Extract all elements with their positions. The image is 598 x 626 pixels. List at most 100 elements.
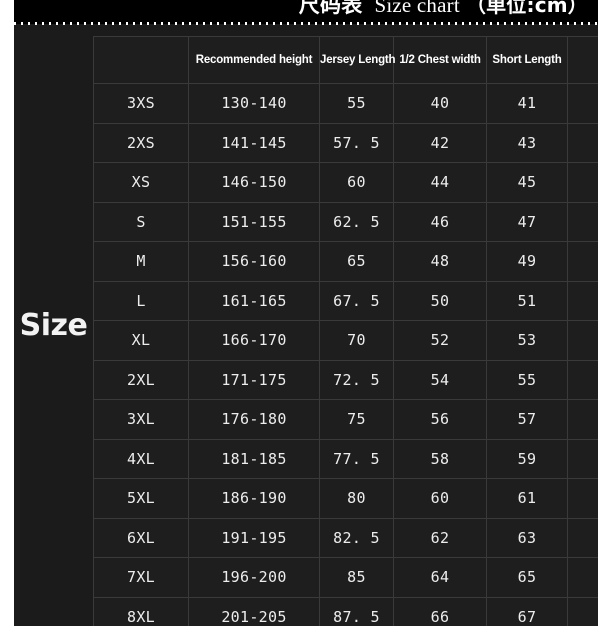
cell-jersey: 62. 5	[319, 201, 394, 242]
dotted-divider	[14, 21, 598, 26]
table-row: XL 166-170 70 52 53	[93, 320, 598, 361]
cell-short: 41	[486, 83, 568, 124]
cell-jersey: 55	[319, 83, 394, 124]
table-body: 3XS 130-140 55 40 41 2XS 141-145 57. 5 4…	[93, 83, 598, 626]
table-row: 3XS 130-140 55 40 41	[93, 83, 598, 124]
cell-blank	[567, 162, 598, 203]
cell-size: 2XL	[93, 359, 189, 400]
cell-chest: 54	[393, 359, 487, 400]
table-header-row: Recommended height Jersey Length 1/2 Che…	[93, 36, 598, 84]
cell-jersey: 57. 5	[319, 122, 394, 163]
cell-blank	[567, 241, 598, 282]
cell-size: XL	[93, 320, 189, 361]
cell-height: 171-175	[188, 359, 320, 400]
table-row: 4XL 181-185 77. 5 58 59	[93, 438, 598, 479]
cell-blank	[567, 557, 598, 598]
cell-chest: 46	[393, 201, 487, 242]
cell-chest: 64	[393, 557, 487, 598]
cell-height: 130-140	[188, 83, 320, 124]
cell-height: 196-200	[188, 557, 320, 598]
cell-short: 43	[486, 122, 568, 163]
table-row: 3XL 176-180 75 56 57	[93, 399, 598, 440]
table-header: Recommended height Jersey Length 1/2 Che…	[93, 36, 598, 84]
column-header-height: Recommended height	[188, 36, 320, 84]
size-chart-table: Recommended height Jersey Length 1/2 Che…	[93, 36, 598, 626]
cell-short: 63	[486, 517, 568, 558]
cell-blank	[567, 122, 598, 163]
cell-height: 156-160	[188, 241, 320, 282]
column-header-short: Short Length	[486, 36, 568, 84]
cell-chest: 52	[393, 320, 487, 361]
cell-chest: 48	[393, 241, 487, 282]
cell-size: 5XL	[93, 478, 189, 519]
cell-blank	[567, 320, 598, 361]
cell-size: 4XL	[93, 438, 189, 479]
cell-chest: 56	[393, 399, 487, 440]
title-chinese: 尺码表	[298, 0, 363, 17]
size-chart-page: Size Recommended height Jersey Length 1/…	[0, 0, 598, 626]
table-row: 7XL 196-200 85 64 65	[93, 557, 598, 598]
cell-size: M	[93, 241, 189, 282]
cell-blank	[567, 478, 598, 519]
cell-height: 186-190	[188, 478, 320, 519]
cell-size: XS	[93, 162, 189, 203]
cell-jersey: 60	[319, 162, 394, 203]
cell-height: 141-145	[188, 122, 320, 163]
cell-size: 7XL	[93, 557, 189, 598]
cell-chest: 62	[393, 517, 487, 558]
cell-jersey: 75	[319, 399, 394, 440]
cell-jersey: 87. 5	[319, 596, 394, 626]
left-gutter	[0, 0, 14, 626]
cell-blank	[567, 83, 598, 124]
cell-jersey: 72. 5	[319, 359, 394, 400]
cell-blank	[567, 201, 598, 242]
cell-jersey: 80	[319, 478, 394, 519]
table-row: 5XL 186-190 80 60 61	[93, 478, 598, 519]
table-row: 2XS 141-145 57. 5 42 43	[93, 122, 598, 163]
cell-chest: 44	[393, 162, 487, 203]
cell-chest: 60	[393, 478, 487, 519]
page-title: 尺码表 Size chart （单位:cm）	[299, 0, 588, 19]
cell-chest: 42	[393, 122, 487, 163]
cell-size: 2XS	[93, 122, 189, 163]
cell-size: 8XL	[93, 596, 189, 626]
cell-size: L	[93, 280, 189, 321]
cell-blank	[567, 438, 598, 479]
chart-body: Size Recommended height Jersey Length 1/…	[14, 24, 598, 626]
cell-chest: 58	[393, 438, 487, 479]
cell-jersey: 85	[319, 557, 394, 598]
table-row: 8XL 201-205 87. 5 66 67	[93, 596, 598, 626]
table-row: S 151-155 62. 5 46 47	[93, 201, 598, 242]
cell-short: 51	[486, 280, 568, 321]
cell-short: 47	[486, 201, 568, 242]
table-row: L 161-165 67. 5 50 51	[93, 280, 598, 321]
cell-chest: 50	[393, 280, 487, 321]
cell-short: 45	[486, 162, 568, 203]
cell-height: 201-205	[188, 596, 320, 626]
title-english: Size chart	[374, 0, 460, 17]
cell-height: 151-155	[188, 201, 320, 242]
column-header-jersey: Jersey Length	[319, 36, 396, 84]
cell-short: 61	[486, 478, 568, 519]
cell-jersey: 82. 5	[319, 517, 394, 558]
cell-size: S	[93, 201, 189, 242]
cell-size: 3XL	[93, 399, 189, 440]
cell-short: 49	[486, 241, 568, 282]
cell-size: 6XL	[93, 517, 189, 558]
table-row: XS 146-150 60 44 45	[93, 162, 598, 203]
column-header-chest: 1/2 Chest width	[393, 36, 487, 84]
size-label-column: Size	[14, 24, 93, 626]
size-label: Size	[19, 307, 88, 343]
cell-height: 176-180	[188, 399, 320, 440]
cell-short: 57	[486, 399, 568, 440]
cell-short: 65	[486, 557, 568, 598]
cell-blank	[567, 399, 598, 440]
cell-blank	[567, 359, 598, 400]
cell-jersey: 77. 5	[319, 438, 394, 479]
cell-short: 67	[486, 596, 568, 626]
cell-height: 146-150	[188, 162, 320, 203]
cell-blank	[567, 517, 598, 558]
cell-blank	[567, 596, 598, 626]
table-row: M 156-160 65 48 49	[93, 241, 598, 282]
column-header-blank	[567, 36, 598, 84]
